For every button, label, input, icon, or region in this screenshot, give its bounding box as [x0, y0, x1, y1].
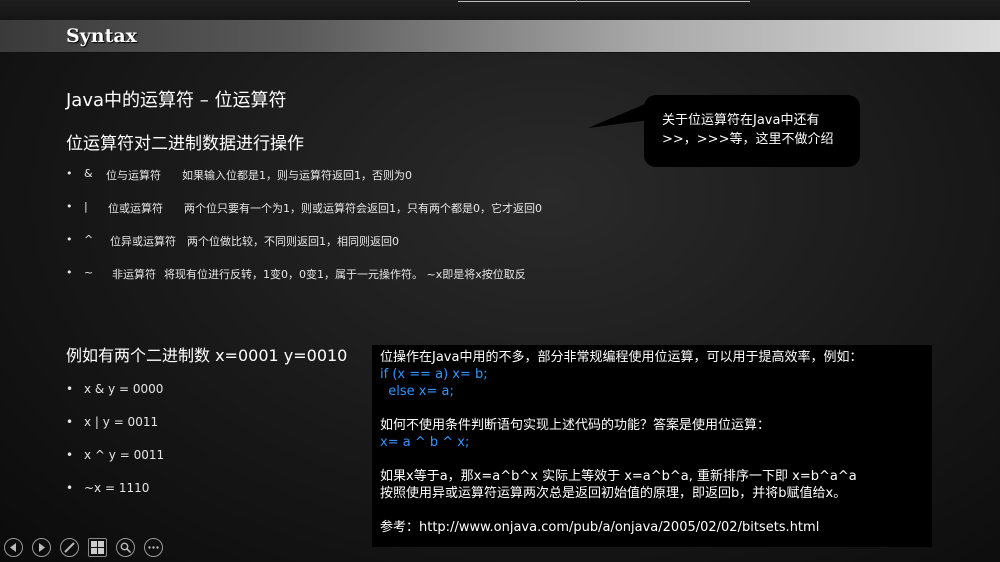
callout-line: 关于位运算符在Java中还有	[662, 113, 820, 128]
operator-name: 非运算符	[112, 268, 156, 281]
pen-icon	[64, 542, 75, 553]
operator-description: 两个位做比较，不同则返回1，相同则返回0	[187, 235, 399, 248]
operator-name: 位异或运算符	[110, 235, 176, 248]
previous-slide-icon	[10, 543, 16, 552]
bullet: •	[66, 233, 73, 246]
zoom-icon	[120, 542, 131, 553]
code-line: x= a ^ b ^ x;	[380, 435, 470, 450]
operator-symbol: ~	[84, 266, 94, 279]
list-item: • ^ 位异或运算符 两个位做比较，不同则返回1，相同则返回0	[66, 233, 666, 266]
bullet: •	[66, 481, 74, 495]
code-box-text: 位操作在Java中用的不多，部分非常规编程使用位运算，可以用于提高效率，例如：	[380, 350, 863, 365]
operator-symbol: &	[84, 167, 93, 180]
example-heading: 例如有两个二进制数 x=0001 y=0010	[66, 346, 348, 365]
slides-grid-icon	[91, 541, 104, 554]
next-slide-icon	[39, 543, 45, 552]
slide-heading: Java中的运算符 – 位运算符	[66, 90, 287, 111]
next-slide-button[interactable]	[32, 538, 51, 557]
example-text: x | y = 0011	[84, 415, 159, 429]
list-item: • x & y = 0000	[66, 382, 346, 415]
example-text: x & y = 0000	[84, 382, 164, 396]
pen-button[interactable]	[60, 538, 79, 557]
title-bar: Syntax	[0, 20, 1000, 53]
operator-symbol: |	[84, 200, 88, 213]
example-text: x ^ y = 0011	[84, 448, 165, 462]
list-item: • x | y = 0011	[66, 415, 346, 448]
operator-symbol: ^	[84, 233, 94, 246]
code-line: if (x == a) x= b;	[380, 367, 488, 382]
more-options-icon	[148, 546, 159, 549]
list-item: • ~x = 1110	[66, 481, 346, 514]
code-box-text: 如何不使用条件判断语句实现上述代码的功能？答案是使用位运算：	[380, 418, 771, 433]
list-item: • & 位与运算符 如果输入位都是1，则与运算符返回1，否则为0	[66, 167, 666, 200]
more-options-button[interactable]	[144, 538, 163, 557]
bullet: •	[66, 382, 74, 396]
top-strip	[0, 0, 1000, 20]
bullet: •	[66, 448, 74, 462]
operator-name: 位与运算符	[106, 169, 161, 182]
list-item: • | 位或运算符 两个位只要有一个为1，则或运算符会返回1，只有两个都是0，它…	[66, 200, 666, 233]
operator-description: 将现有位进行反转，1变0，0变1，属于一元操作符。 ~x即是将x按位取反	[164, 268, 526, 281]
example-list: • x & y = 0000 • x | y = 0011 • x ^ y = …	[66, 382, 346, 514]
list-item: • ~ 非运算符 将现有位进行反转，1变0，0变1，属于一元操作符。 ~x即是将…	[66, 266, 666, 299]
list-item: • x ^ y = 0011	[66, 448, 346, 481]
slide-sub-heading: 位运算符对二进制数据进行操作	[66, 134, 304, 154]
operator-name: 位或运算符	[108, 202, 163, 215]
operator-description: 两个位只要有一个为1，则或运算符会返回1，只有两个都是0，它才返回0	[184, 202, 542, 215]
operator-description: 如果输入位都是1，则与运算符返回1，否则为0	[182, 169, 412, 182]
see-all-slides-button[interactable]	[88, 538, 107, 557]
code-box-text: 如果x等于a，那x=a^b^x 实际上等效于 x=a^b^a, 重新排序一下即 …	[380, 469, 857, 484]
top-decoration	[458, 0, 750, 2]
code-box-text: 按照使用异或运算符运算两次总是返回初始值的原理，即返回b，并将b赋值给x。	[380, 486, 847, 501]
previous-slide-button[interactable]	[4, 538, 23, 557]
example-text: ~x = 1110	[84, 481, 150, 495]
bullet: •	[66, 167, 73, 180]
callout-bubble: 关于位运算符在Java中还有 >>，>>>等，这里不做介绍	[644, 95, 860, 167]
bullet: •	[66, 200, 73, 213]
bullet: •	[66, 415, 74, 429]
code-line: else x= a;	[380, 384, 454, 399]
operator-list: • & 位与运算符 如果输入位都是1，则与运算符返回1，否则为0 • | 位或运…	[66, 167, 666, 299]
slide-title: Syntax	[66, 25, 137, 47]
bullet: •	[66, 266, 73, 279]
callout-tail	[588, 102, 650, 128]
reference-text: 参考：http://www.onjava.com/pub/a/onjava/20…	[380, 520, 820, 535]
callout-line: >>，>>>等，这里不做介绍	[662, 132, 834, 147]
zoom-button[interactable]	[116, 538, 135, 557]
code-example-box: 位操作在Java中用的不多，部分非常规编程使用位运算，可以用于提高效率，例如： …	[372, 345, 932, 547]
